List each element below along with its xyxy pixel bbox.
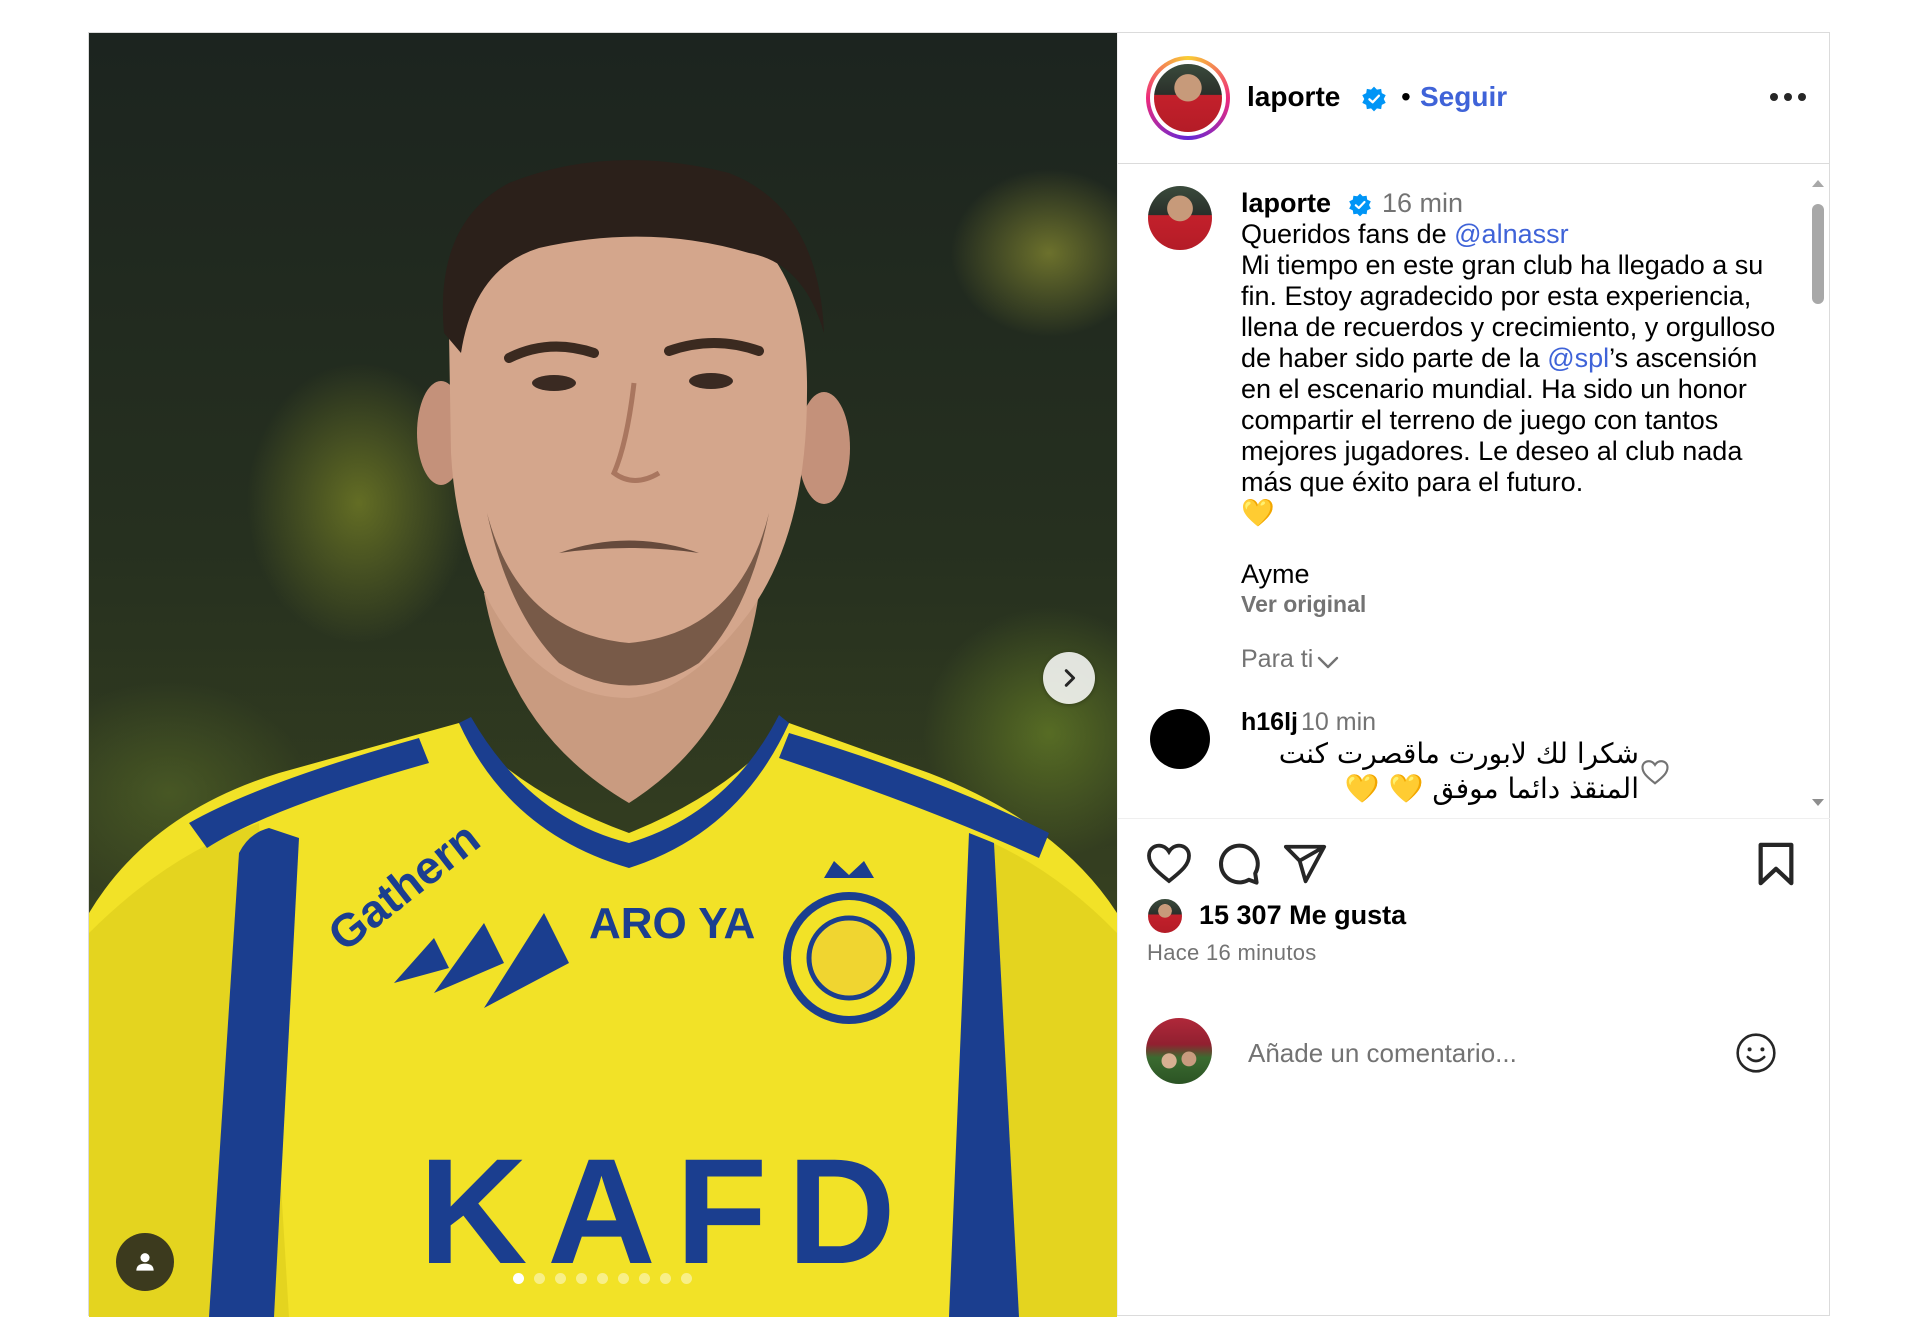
comment-avatar[interactable] (1150, 709, 1210, 769)
user-icon (136, 1253, 154, 1271)
verified-badge-icon (1349, 193, 1371, 217)
comment-text: شكرا لك لابورت ماقصرت كنت المنقذ دائما م… (1278, 737, 1639, 805)
caption-greeting: Queridos fans de (1241, 219, 1455, 249)
next-slide-button[interactable] (1043, 652, 1095, 704)
caption-text: Queridos fans de @alnassr Mi tiempo en e… (1241, 219, 1781, 529)
chevron-down-icon[interactable] (1317, 656, 1339, 670)
follow-button[interactable]: Seguir (1420, 81, 1507, 113)
carousel-dot (639, 1273, 650, 1284)
comment-bubble-icon[interactable] (1214, 841, 1262, 889)
verified-badge-icon (1362, 86, 1386, 112)
emoji-smiley-icon[interactable] (1734, 1031, 1778, 1075)
post-image[interactable]: Gathern ARO YA KAFD (89, 33, 1117, 1317)
post-header: laporte • Seguir (1118, 33, 1830, 164)
post-sidebar: laporte • Seguir laporte 16 min Queridos… (1117, 33, 1830, 1315)
comment-username[interactable]: h16lj (1241, 708, 1298, 737)
viewer-avatar (1146, 1018, 1212, 1084)
carousel-dot (513, 1273, 524, 1284)
caption-signature: Ayme (1241, 559, 1310, 589)
post-timestamp[interactable]: Hace 16 minutos (1147, 940, 1317, 966)
add-comment-bar (1118, 983, 1830, 1093)
more-options-icon[interactable] (1768, 91, 1808, 103)
mention-link[interactable]: @alnassr (1454, 219, 1568, 249)
scroll-thumb[interactable] (1812, 204, 1824, 304)
chevron-right-icon (1064, 669, 1076, 687)
comments-scrollbar[interactable] (1806, 174, 1830, 810)
svg-text:KAFD: KAFD (419, 1127, 916, 1295)
player-photo: Gathern ARO YA KAFD (89, 160, 1117, 1317)
comments-section[interactable]: laporte 16 min Queridos fans de @alnassr… (1118, 164, 1830, 818)
header-username[interactable]: laporte (1247, 81, 1340, 113)
carousel-dot (681, 1273, 692, 1284)
carousel-dot (618, 1273, 629, 1284)
carousel-dot (576, 1273, 587, 1284)
liker-avatar[interactable] (1146, 897, 1184, 935)
carousel-dot (534, 1273, 545, 1284)
share-send-icon[interactable] (1281, 841, 1329, 887)
separator-dot: • (1401, 81, 1411, 112)
save-bookmark-icon[interactable] (1756, 841, 1796, 887)
tagged-users-button[interactable] (116, 1233, 174, 1291)
carousel-indicator (513, 1273, 692, 1284)
action-bar (1118, 818, 1830, 889)
instagram-post: Gathern ARO YA KAFD laporte • Seguir lap… (88, 32, 1830, 1317)
caption-username[interactable]: laporte (1241, 188, 1331, 219)
yellow-heart-icon: 💛 (1241, 498, 1275, 528)
see-original-link[interactable]: Ver original (1241, 591, 1366, 618)
scroll-up-arrow-icon[interactable] (1811, 178, 1825, 188)
comment-input[interactable] (1246, 1033, 1630, 1073)
likes-count[interactable]: 15 307 Me gusta (1199, 900, 1406, 931)
caption-time: 16 min (1382, 188, 1464, 218)
scroll-down-arrow-icon[interactable] (1811, 798, 1825, 808)
mention-link[interactable]: @spl (1547, 343, 1609, 373)
carousel-dot (597, 1273, 608, 1284)
caption-avatar[interactable] (1148, 186, 1212, 250)
svg-text:ARO YA: ARO YA (589, 899, 755, 948)
carousel-dot (660, 1273, 671, 1284)
comment-time: 10 min (1301, 708, 1377, 736)
like-heart-icon[interactable] (1145, 841, 1193, 885)
avatar[interactable] (1154, 64, 1222, 132)
carousel-dot (555, 1273, 566, 1284)
for-you-filter[interactable]: Para ti (1241, 645, 1313, 674)
heart-outline-icon[interactable] (1640, 758, 1670, 786)
